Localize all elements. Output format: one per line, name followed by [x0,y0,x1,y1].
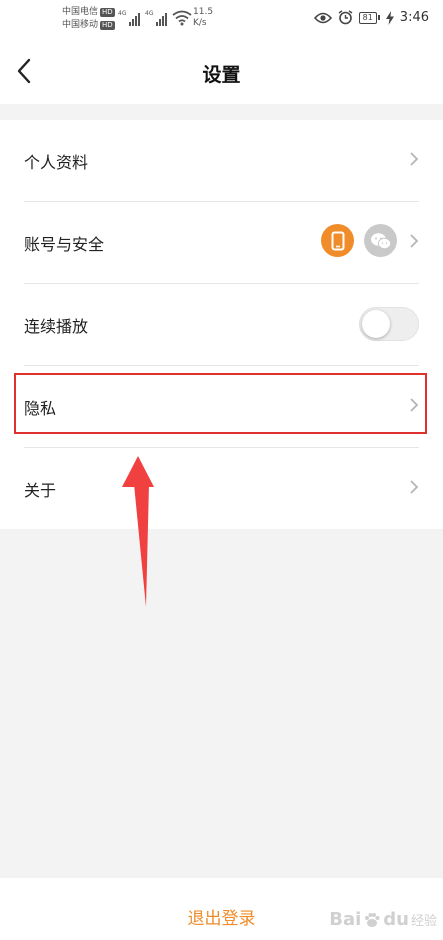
settings-item-privacy[interactable]: 隐私 [24,366,419,448]
toggle-knob [362,310,390,338]
settings-item-label: 连续播放 [24,317,89,336]
clock: 3:46 [399,10,429,25]
settings-item-label: 关于 [24,481,57,500]
network-speed: 11.5 K/s [193,7,214,28]
settings-item-label: 个人资料 [24,153,89,172]
paw-logo-icon [365,912,380,927]
charging-icon [385,10,394,25]
carrier-1: 中国电信 [62,7,99,17]
signal-icon-1: 4G [118,10,140,26]
page-title: 设置 [202,64,241,86]
chevron-right-icon [410,234,419,248]
phone-bind-icon[interactable] [321,224,354,257]
carrier-2: 中国移动 [62,20,99,30]
wifi-icon [172,10,192,26]
hd-badge-1: HD [100,8,115,17]
settings-item-label: 账号与安全 [24,235,105,254]
chevron-right-icon [410,152,419,166]
bottom-bar: 退出登录 Bai du 经验 [0,878,443,940]
carrier-info: 中国电信 HD 中国移动 HD [62,6,115,32]
eye-icon [313,12,332,23]
status-bar: 中国电信 HD 中国移动 HD 4G 4G 11.5 K/s 81 3:46 [0,0,443,40]
signal-icon-2: 4G [145,10,167,26]
chevron-right-icon [410,398,419,412]
baidu-watermark: Bai du 经验 [329,909,437,930]
continuous-play-toggle[interactable] [359,307,419,341]
hd-badge-2: HD [100,21,115,30]
settings-item-about[interactable]: 关于 [24,448,419,529]
settings-item-account-security[interactable]: 账号与安全 [24,202,419,284]
settings-item-label: 隐私 [24,399,57,418]
signal-indicators: 4G 4G [118,10,192,26]
battery-indicator: 81 [358,11,380,24]
wechat-bind-icon[interactable] [364,224,397,257]
chevron-right-icon [410,480,419,494]
settings-list: 个人资料 账号与安全 连续播放 隐私 关于 [0,120,443,529]
settings-item-profile[interactable]: 个人资料 [24,120,419,202]
alarm-icon [338,10,353,25]
settings-item-continuous-play: 连续播放 [24,284,419,366]
app-header: 设置 [0,40,443,104]
